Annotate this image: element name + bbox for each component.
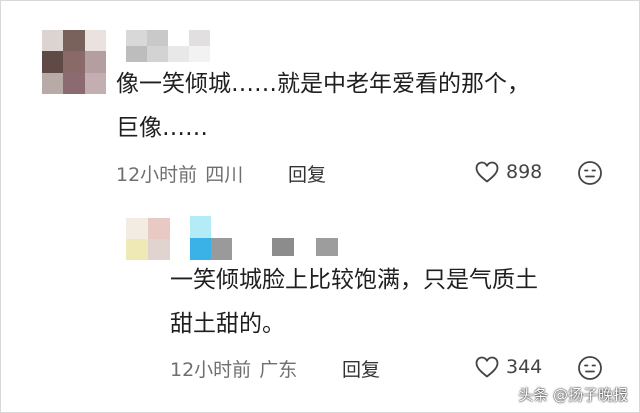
comment-meta: 12小时前 四川 (116, 160, 243, 187)
reply-button[interactable]: 回复 (342, 355, 380, 382)
avatar[interactable] (126, 218, 170, 260)
like-button[interactable]: 898 (474, 160, 542, 184)
comment-time: 12小时前 (170, 359, 252, 381)
comment-text-line: 甜土甜的。 (170, 311, 285, 337)
avatar[interactable] (42, 30, 106, 94)
reply-button[interactable]: 回复 (288, 160, 326, 187)
username[interactable] (190, 216, 232, 260)
like-button[interactable]: 344 (474, 355, 542, 379)
username[interactable] (126, 30, 210, 62)
comment-text-line: 巨像…… (116, 115, 208, 141)
watermark: 头条 @扬子晚报 (518, 386, 628, 404)
heart-outline-icon (475, 356, 499, 378)
username-suffix (272, 238, 338, 256)
comment-location: 广东 (259, 359, 298, 381)
neutral-face-icon (578, 356, 602, 380)
comment-location: 四川 (205, 164, 244, 186)
comment-time: 12小时前 (116, 164, 198, 186)
like-count: 344 (506, 356, 543, 378)
reaction-button[interactable] (577, 355, 603, 385)
comment-meta: 12小时前 广东 (170, 355, 297, 382)
reaction-button[interactable] (577, 160, 603, 190)
like-count: 898 (506, 161, 543, 183)
comment-text-line: 像一笑倾城……就是中老年爱看的那个， (116, 71, 530, 97)
heart-outline-icon (475, 161, 499, 183)
comment-text-line: 一笑倾城脸上比较饱满，只是气质土 (170, 267, 538, 293)
neutral-face-icon (578, 161, 602, 185)
